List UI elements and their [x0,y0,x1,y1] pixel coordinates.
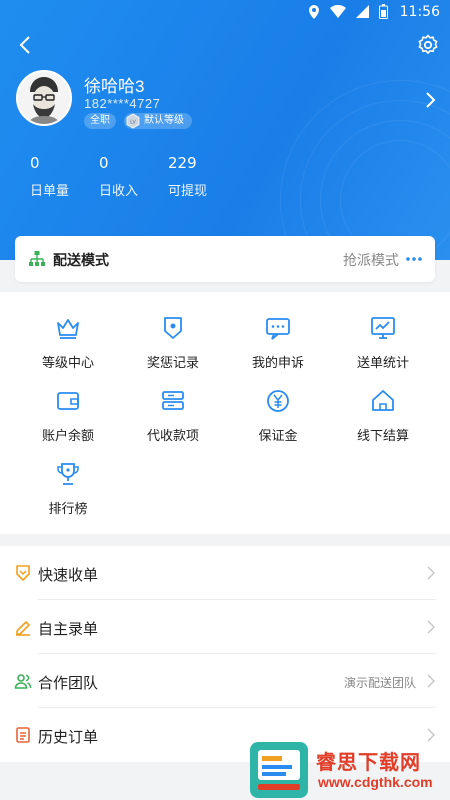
list-item-manual-entry[interactable]: 自主录单 [0,600,450,654]
menu-list: 快速收单 自主录单 合作团队 演示配送团队 历史订单 [0,546,450,762]
grid-item-collections[interactable]: 代收款项 [117,387,229,444]
delivery-mode-card[interactable]: 配送模式 抢派模式 [15,236,435,282]
grid-item-deposit[interactable]: 保证金 [222,387,334,444]
home-icon [372,390,394,411]
grid-item-label: 送单统计 [356,355,409,370]
delivery-mode-value: 抢派模式 [343,252,399,268]
watermark-url: www.cdgthk.com [318,774,433,790]
grid-item-label: 等级中心 [41,355,94,370]
cash-stack-icon [162,391,184,410]
stat-label: 日单量 [30,183,70,198]
grid-item-label: 奖惩记录 [146,355,199,370]
grid-item-label: 排行榜 [48,501,88,516]
grid-item-label: 线下结算 [356,428,409,443]
level-hexagon-icon: LV [126,113,140,129]
pen-icon [16,621,30,636]
chevron-right-icon [427,674,436,688]
avatar[interactable] [16,70,72,126]
chevron-right-icon[interactable] [422,90,438,110]
stat-daily-income[interactable]: 0 日收入 [99,154,138,199]
wifi-icon [330,5,346,18]
quick-order-icon [16,565,30,581]
level-badge-label: 默认等级 [144,115,184,126]
grid-item-label: 保证金 [258,428,298,443]
grid-item-appeals[interactable]: 我的申诉 [222,314,334,371]
delivery-mode-title: 配送模式 [53,252,109,268]
stat-daily-orders[interactable]: 0 日单量 [30,154,69,199]
profile-header: 11:56 徐哈哈3 182****4727 全职 LV 默认等级 0 日单量 … [0,0,450,260]
grid-item-label: 代收款项 [146,428,199,443]
grid-item-label: 我的申诉 [251,355,304,370]
history-doc-icon [16,727,30,743]
phone-number: 182****4727 [84,96,161,111]
chart-board-icon [371,317,395,339]
avatar-illustration-icon [18,72,70,124]
grid-item-rewards[interactable]: 奖惩记录 [117,314,229,371]
stat-value: 0 [30,154,40,172]
grid-item-offline-settlement[interactable]: 线下结算 [327,387,439,444]
grid-item-account-balance[interactable]: 账户余额 [12,387,124,444]
reward-shield-icon [164,317,182,339]
function-grid: 等级中心 奖惩记录 我的申诉 送单统计 账户余额 代收款项 保证金 线下结算 排… [0,292,450,534]
org-chart-icon [29,251,45,266]
grid-item-leaderboard[interactable]: 排行榜 [12,460,124,517]
list-item-label: 快速收单 [38,567,99,584]
stat-label: 日收入 [99,183,139,198]
list-item-partner-team[interactable]: 合作团队 演示配送团队 [0,654,450,708]
location-icon [309,4,319,19]
svg-text:LV: LV [130,120,136,126]
list-item-quick-receive[interactable]: 快速收单 [0,546,450,600]
stat-value: 0 [99,154,109,172]
level-badge: LV 默认等级 [124,113,192,129]
wallet-icon [57,392,79,410]
watermark-text: 睿思下载网 [316,752,421,774]
stat-value: 229 [168,154,197,172]
chevron-right-icon [427,620,436,634]
chevron-right-icon [427,566,436,580]
stat-withdrawable[interactable]: 229 可提现 [168,154,207,199]
signal-icon [356,5,369,18]
grid-item-level-center[interactable]: 等级中心 [12,314,124,371]
settings-gear-icon[interactable] [416,33,440,57]
yen-coin-icon [267,390,289,412]
list-item-label: 自主录单 [38,621,99,638]
battery-icon [379,4,388,19]
clock: 11:56 [399,4,440,20]
grid-item-label: 账户余额 [41,428,94,443]
list-item-label: 历史订单 [38,729,99,746]
stat-label: 可提现 [168,183,208,198]
status-bar: 11:56 [0,0,450,26]
chat-bubble-icon [266,318,290,340]
trophy-icon [57,463,79,485]
list-item-value: 演示配送团队 [343,676,416,690]
list-item-label: 合作团队 [38,675,99,692]
team-icon [14,674,32,689]
back-arrow-icon[interactable] [14,33,38,57]
crown-icon [57,319,79,339]
stats-row: 0 日单量 0 日收入 229 可提现 [0,154,450,204]
username: 徐哈哈3 [84,77,145,96]
more-dots-icon[interactable] [405,252,423,266]
grid-item-delivery-stats[interactable]: 送单统计 [327,314,439,371]
role-badge: 全职 [84,113,116,129]
